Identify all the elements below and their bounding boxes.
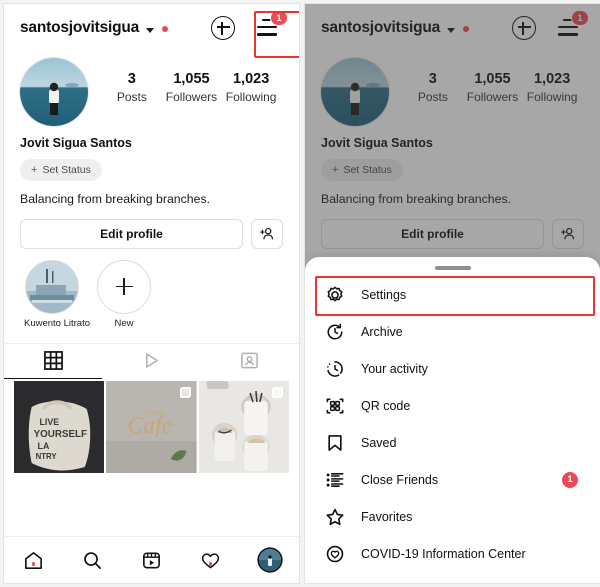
add-post-icon[interactable] <box>211 16 235 40</box>
stat-value: 1,023 <box>232 71 270 87</box>
tab-tagged[interactable] <box>201 344 299 378</box>
set-status-chip[interactable]: + Set Status <box>20 159 102 181</box>
post-thumb[interactable]: Cafe KIRANI <box>106 380 197 473</box>
bottom-navigation <box>4 536 299 583</box>
close-friends-badge: 1 <box>562 471 578 488</box>
nav-search[interactable] <box>63 550 122 571</box>
add-person-button[interactable] <box>251 218 283 249</box>
close-friends-list-icon <box>323 468 347 492</box>
home-red-dot <box>31 562 35 566</box>
tote-bag-image: LIVE YOURSELF LA NTRY <box>14 380 105 473</box>
heart-icon <box>201 552 220 568</box>
profile-avatar-nav <box>258 549 281 571</box>
hamburger-menu-button[interactable]: 1 <box>255 10 288 41</box>
profile-top-bar: santosjovitsigua 1 <box>4 4 299 52</box>
tagged-person-icon <box>241 352 259 369</box>
highlight-cover <box>26 260 78 313</box>
menu-item-archive[interactable]: Archive <box>305 313 600 350</box>
svg-text:NTRY: NTRY <box>36 452 58 461</box>
profile-header: 3 Posts 1,055 Followers 1,023 Following <box>4 52 299 126</box>
comparison-stage: santosjovitsigua 1 3 Posts 1,055 Followe… <box>0 0 600 587</box>
post-thumb[interactable] <box>198 380 289 473</box>
play-icon <box>145 353 158 368</box>
add-person-icon <box>260 227 274 239</box>
plus-icon: + <box>31 164 38 176</box>
bio-text: Balancing from breaking branches. <box>20 192 211 206</box>
qr-code-icon <box>323 394 347 418</box>
multi-photo-icon <box>179 386 191 398</box>
set-status-label: Set Status <box>42 164 91 176</box>
new-highlight-plus-icon <box>98 260 150 313</box>
highlight-item[interactable]: Kuwento Litrato <box>24 260 91 329</box>
post-grid: LIVE YOURSELF LA NTRY Cafe KIRANI <box>4 379 299 473</box>
menu-item-label: QR code <box>361 398 411 413</box>
multi-photo-icon <box>271 386 283 398</box>
menu-item-label: Settings <box>361 287 407 302</box>
stat-label: Followers <box>165 90 218 105</box>
tab-reels[interactable] <box>102 344 200 378</box>
menu-item-your-activity[interactable]: Your activity <box>305 350 600 387</box>
nav-home[interactable] <box>4 550 63 571</box>
svg-text:YOURSELF: YOURSELF <box>34 429 87 440</box>
menu-badge: 1 <box>270 10 288 26</box>
stat-followers[interactable]: 1,055 Followers <box>164 70 218 106</box>
stat-following[interactable]: 1,023 Following <box>224 70 278 106</box>
menu-item-label: Your activity <box>361 361 428 376</box>
search-icon <box>84 551 101 569</box>
menu-item-close-friends[interactable]: Close Friends 1 <box>305 461 600 498</box>
stat-label: Posts <box>116 90 147 105</box>
nav-profile[interactable] <box>240 549 299 571</box>
menu-item-label: Saved <box>361 435 397 450</box>
menu-item-label: Archive <box>361 324 403 339</box>
activity-red-dot <box>208 562 212 566</box>
gear-icon <box>323 283 347 307</box>
menu-item-covid-info[interactable]: COVID-19 Information Center <box>305 535 600 572</box>
menu-item-label: Favorites <box>361 509 413 524</box>
settings-sheet-panel: santosjovitsigua 1 3 Posts 1,055 Followe… <box>305 4 600 583</box>
username-red-dot <box>162 26 169 32</box>
menu-item-saved[interactable]: Saved <box>305 424 600 461</box>
stat-value: 3 <box>127 71 136 87</box>
stat-posts[interactable]: 3 Posts <box>105 70 159 106</box>
reels-icon <box>143 552 160 568</box>
profile-tabs <box>4 342 299 379</box>
star-icon <box>323 505 347 529</box>
profile-avatar[interactable] <box>20 58 88 126</box>
svg-text:KIRANI: KIRANI <box>144 411 164 417</box>
covid-info-icon <box>323 542 347 566</box>
activity-clock-icon <box>323 357 347 381</box>
stat-label: Following <box>225 90 277 105</box>
settings-menu-list: Settings Archive Your activity QR code S… <box>305 270 600 572</box>
home-icon <box>25 551 42 569</box>
menu-item-settings[interactable]: Settings <box>305 276 600 313</box>
grid-icon <box>43 351 63 370</box>
menu-item-label: COVID-19 Information Center <box>361 546 526 561</box>
profile-stats: 3 Posts 1,055 Followers 1,023 Following <box>88 58 283 106</box>
menu-item-label: Close Friends <box>361 472 439 487</box>
new-highlight-item[interactable]: New <box>96 260 152 329</box>
menu-item-qr-code[interactable]: QR code <box>305 387 600 424</box>
svg-text:LIVE: LIVE <box>40 417 60 427</box>
menu-item-favorites[interactable]: Favorites <box>305 498 600 535</box>
tab-grid[interactable] <box>4 344 103 379</box>
edit-profile-button[interactable]: Edit profile <box>20 218 243 249</box>
story-highlights: Kuwento Litrato New <box>4 249 299 329</box>
nav-reels[interactable] <box>122 550 181 571</box>
stat-value: 1,055 <box>173 71 210 87</box>
svg-text:LA: LA <box>38 441 50 451</box>
post-thumb[interactable]: LIVE YOURSELF LA NTRY <box>14 380 105 473</box>
bookmark-icon <box>323 431 347 455</box>
archive-clock-icon <box>323 320 347 344</box>
bottom-sheet: Settings Archive Your activity QR code S… <box>305 257 600 583</box>
nav-activity[interactable] <box>181 550 240 571</box>
username-label[interactable]: santosjovitsigua <box>20 19 139 37</box>
profile-actions: Edit profile <box>4 208 299 249</box>
full-name-label: Jovit Sigua Santos <box>20 136 132 150</box>
highlight-label: Kuwento Litrato <box>24 317 91 329</box>
chevron-down-icon[interactable] <box>146 27 155 33</box>
new-highlight-label: New <box>114 317 134 329</box>
profile-screen-panel: santosjovitsigua 1 3 Posts 1,055 Followe… <box>4 4 299 583</box>
